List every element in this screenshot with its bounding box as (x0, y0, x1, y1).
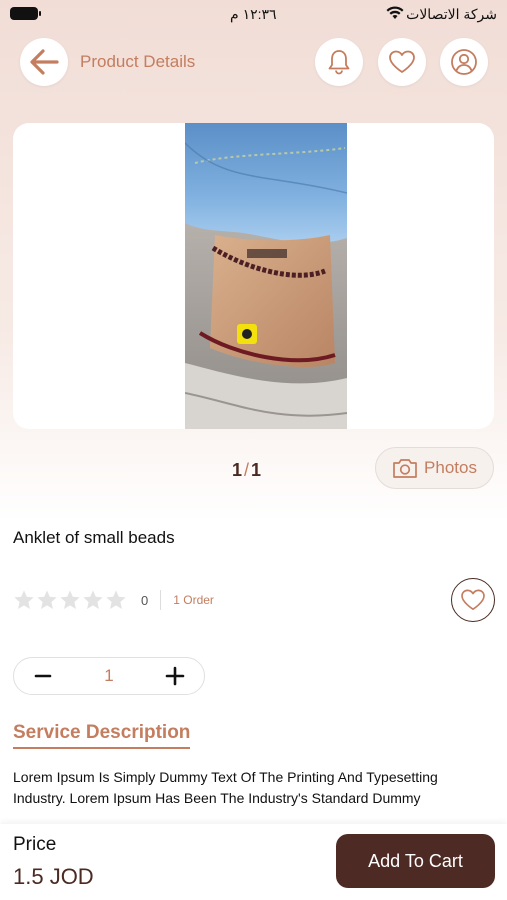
heart-icon (389, 50, 415, 73)
image-pager: 1 / 1 (232, 460, 261, 481)
star-icon (37, 590, 57, 609)
favorites-button[interactable] (378, 38, 426, 86)
product-photo (185, 123, 347, 429)
increase-quantity-button[interactable] (164, 665, 186, 687)
bottom-bar: Price 1.5 JOD Add To Cart (0, 824, 507, 900)
quantity-stepper: 1 (13, 657, 205, 695)
star-icon (60, 590, 80, 609)
quantity-value: 1 (104, 666, 114, 685)
battery-icon (10, 7, 41, 20)
product-image-card[interactable] (13, 123, 494, 429)
notifications-button[interactable] (315, 38, 363, 86)
status-time: ١٢:٣٦ م (230, 6, 277, 22)
user-icon (451, 49, 477, 75)
price-label: Price (13, 834, 57, 855)
plus-icon (165, 666, 185, 686)
star-icon (106, 590, 126, 609)
description-text: Lorem Ipsum Is Simply Dummy Text Of The … (13, 769, 438, 806)
rating-count: 0 (141, 592, 149, 608)
add-to-cart-button[interactable]: Add To Cart (336, 834, 495, 888)
heart-icon (461, 589, 485, 610)
back-arrow-icon (30, 49, 59, 75)
wifi-icon (386, 6, 404, 19)
camera-icon (393, 459, 417, 478)
pager-separator: / (244, 460, 250, 480)
rating-stars (13, 589, 127, 611)
star-icon (14, 590, 34, 609)
header: Product Details (0, 38, 507, 88)
profile-button[interactable] (440, 38, 488, 86)
star-icon (83, 590, 103, 609)
pager-current: 1 (232, 460, 243, 480)
status-bar: ١٢:٣٦ م شركة الاتصالات (0, 0, 507, 30)
minus-icon (34, 674, 52, 678)
price-value: 1.5 JOD (13, 864, 94, 889)
product-name: Anklet of small beads (13, 528, 175, 547)
add-to-favorites-button[interactable] (451, 578, 495, 622)
divider (160, 590, 162, 610)
photos-button[interactable]: Photos (375, 447, 494, 489)
bell-icon (328, 50, 350, 75)
decrease-quantity-button[interactable] (32, 665, 54, 687)
page-title: Product Details (80, 52, 196, 71)
photos-label: Photos (424, 458, 477, 477)
rating-row: 0 1 Order (13, 588, 214, 612)
section-title: Service Description (13, 722, 191, 749)
orders-count: 1 Order (173, 593, 214, 607)
back-button[interactable] (20, 38, 68, 86)
pager-total: 1 (251, 460, 262, 480)
carrier-name: شركة الاتصالات (406, 6, 497, 22)
